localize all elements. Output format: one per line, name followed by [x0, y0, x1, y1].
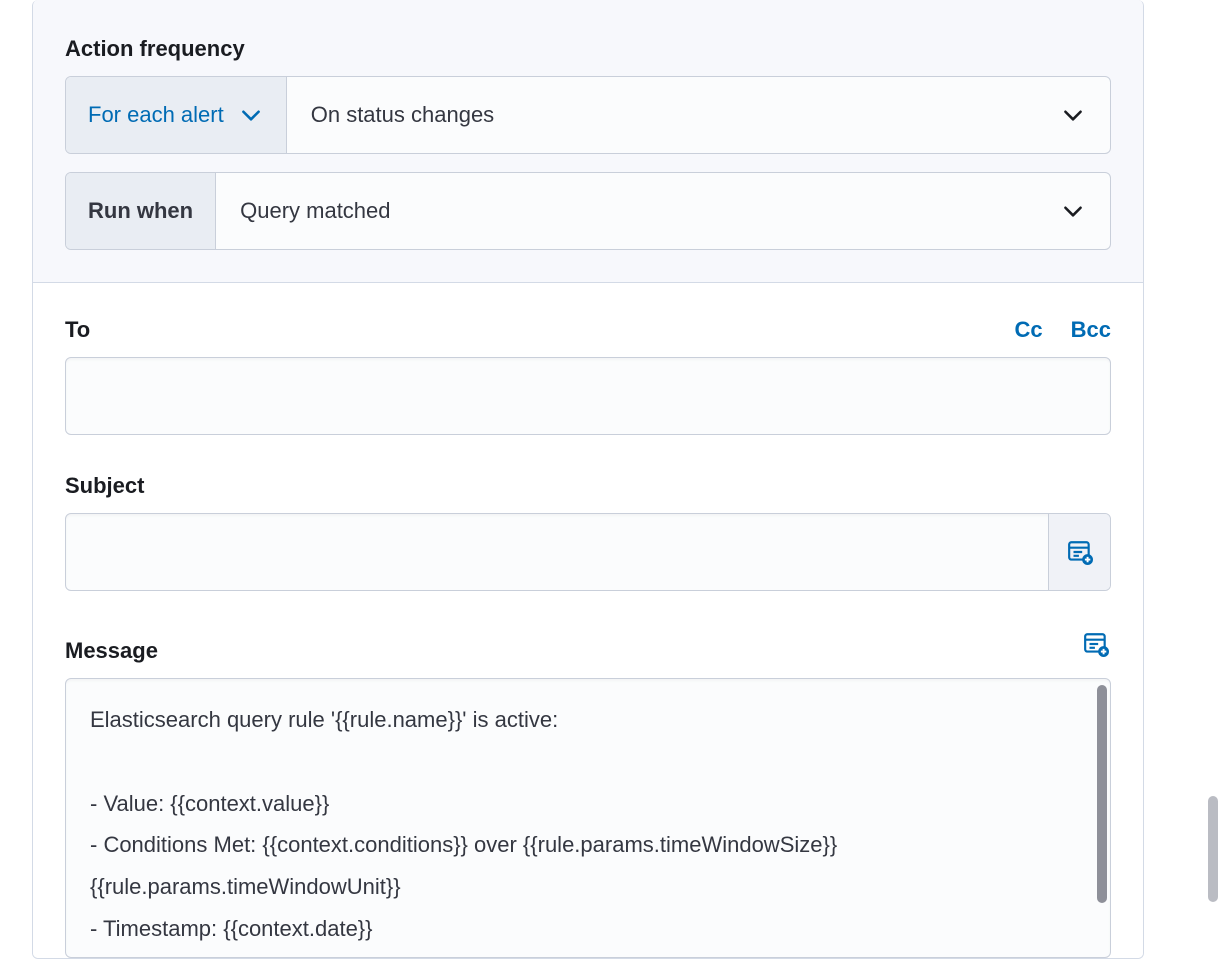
cc-link[interactable]: Cc: [1015, 317, 1043, 343]
frequency-trigger-value: On status changes: [311, 102, 494, 128]
to-input[interactable]: [65, 357, 1111, 435]
run-when-select[interactable]: Query matched: [216, 173, 1110, 249]
chevron-down-icon: [238, 102, 264, 128]
subject-insert-variable-button[interactable]: [1048, 514, 1110, 590]
message-content: Elasticsearch query rule '{{rule.name}}'…: [90, 699, 1086, 950]
run-when-label: Run when: [66, 173, 216, 249]
action-config-panel: Action frequency For each alert On statu…: [32, 0, 1144, 959]
action-frequency-heading: Action frequency: [65, 0, 1111, 76]
textarea-scrollbar[interactable]: [1097, 685, 1107, 903]
frequency-scope-select[interactable]: For each alert: [66, 77, 287, 153]
page-scrollbar[interactable]: [1208, 796, 1218, 902]
action-frequency-section: Action frequency For each alert On statu…: [33, 0, 1143, 282]
message-label: Message: [65, 638, 158, 664]
chevron-down-icon: [1060, 198, 1086, 224]
message-textarea[interactable]: Elasticsearch query rule '{{rule.name}}'…: [65, 678, 1111, 958]
run-when-value: Query matched: [240, 198, 390, 224]
frequency-trigger-row: For each alert On status changes: [65, 76, 1111, 154]
subject-label: Subject: [65, 435, 1111, 513]
to-label: To: [65, 317, 90, 343]
subject-input[interactable]: [66, 514, 1048, 590]
bcc-link[interactable]: Bcc: [1071, 317, 1111, 343]
subject-field: [65, 513, 1111, 591]
run-when-row: Run when Query matched: [65, 172, 1111, 250]
frequency-scope-label: For each alert: [88, 102, 224, 128]
chevron-down-icon: [1060, 102, 1086, 128]
email-fields-section: To Cc Bcc Subject: [33, 282, 1143, 958]
add-variable-icon: [1067, 539, 1093, 565]
message-insert-variable-button[interactable]: [1081, 629, 1111, 664]
add-variable-icon: [1083, 631, 1109, 657]
frequency-trigger-select[interactable]: On status changes: [287, 77, 1110, 153]
